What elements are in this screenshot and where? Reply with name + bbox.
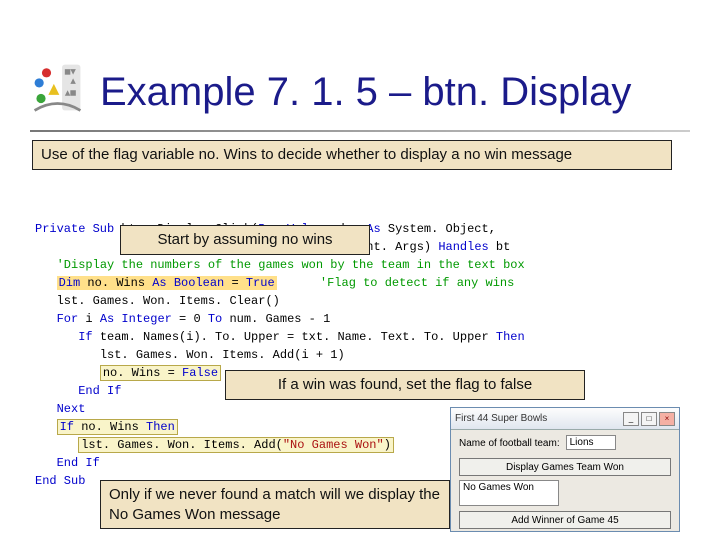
add-winner-button[interactable]: Add Winner of Game 45 [459,511,671,529]
annotation-main: Use of the flag variable no. Wins to dec… [32,140,672,170]
team-input[interactable]: Lions [566,435,616,450]
app-body: Name of football team: Lions Display Gam… [451,430,679,534]
window-buttons: _ □ × [623,412,675,426]
app-titlebar: First 44 Super Bowls _ □ × [451,408,679,430]
close-button[interactable]: × [659,412,675,426]
minimize-button[interactable]: _ [623,412,639,426]
annotation-start: Start by assuming no wins [120,225,370,255]
app-title: First 44 Super Bowls [455,413,547,424]
display-button[interactable]: Display Games Team Won [459,458,671,476]
team-label: Name of football team: [459,438,560,449]
page-title: Example 7. 1. 5 – btn. Display [100,70,631,115]
slide-logo [30,60,85,115]
annotation-only: Only if we never found a match will we d… [100,480,450,529]
list-item: No Games Won [463,482,534,493]
annotation-flag: If a win was found, set the flag to fals… [225,370,585,400]
app-window: First 44 Super Bowls _ □ × Name of footb… [450,407,680,532]
maximize-button[interactable]: □ [641,412,657,426]
title-underline [30,130,690,132]
games-list[interactable]: No Games Won [459,480,559,506]
